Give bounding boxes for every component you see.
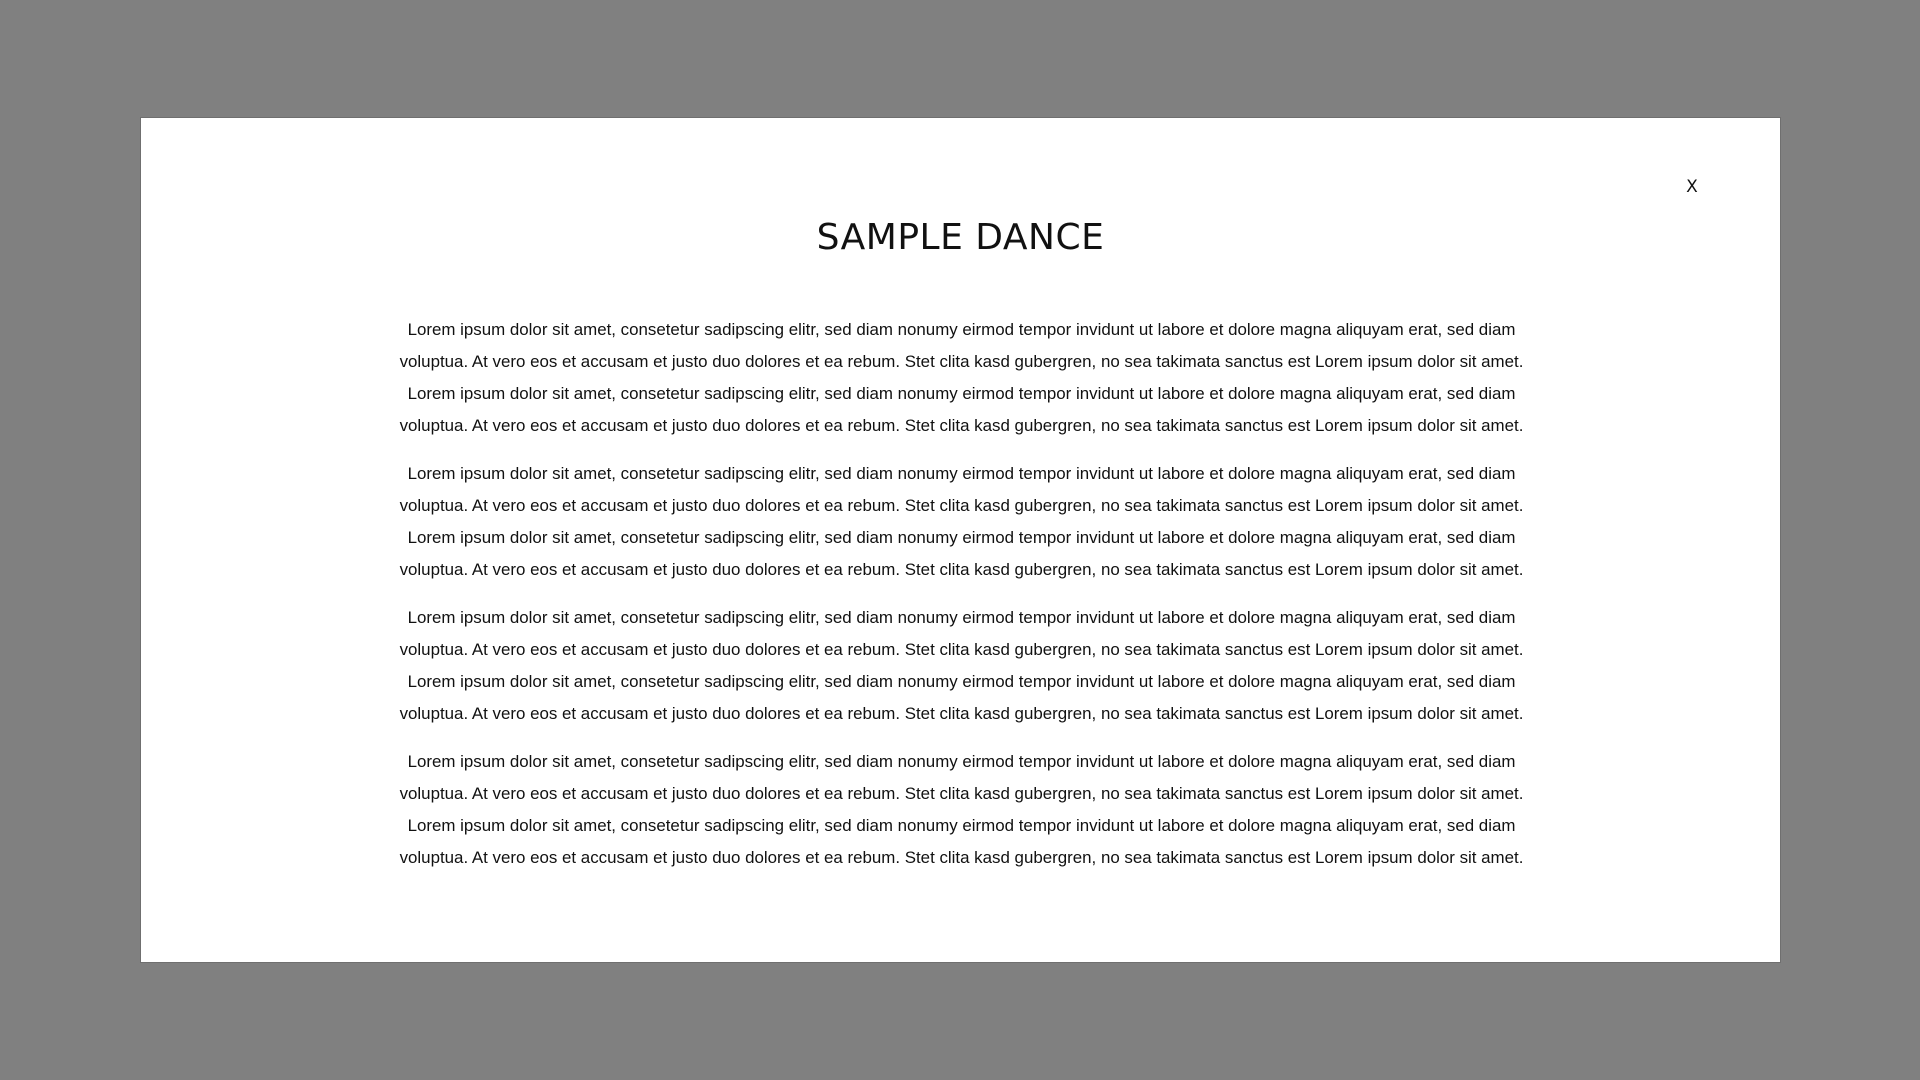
- body-paragraph-2: Lorem ipsum dolor sit amet, consetetur s…: [399, 464, 1524, 579]
- body-paragraph-3: Lorem ipsum dolor sit amet, consetetur s…: [399, 608, 1524, 723]
- modal-dialog: X SAMPLE DANCE Lorem ipsum dolor sit ame…: [140, 117, 1781, 963]
- body-paragraph-4: Lorem ipsum dolor sit amet, consetetur s…: [399, 752, 1524, 867]
- close-button[interactable]: X: [1679, 174, 1705, 200]
- modal-title: SAMPLE DANCE: [816, 217, 1105, 258]
- modal-body: Lorem ipsum dolor sit amet, consetetur s…: [385, 314, 1538, 890]
- body-paragraph-1: Lorem ipsum dolor sit amet, consetetur s…: [399, 320, 1524, 435]
